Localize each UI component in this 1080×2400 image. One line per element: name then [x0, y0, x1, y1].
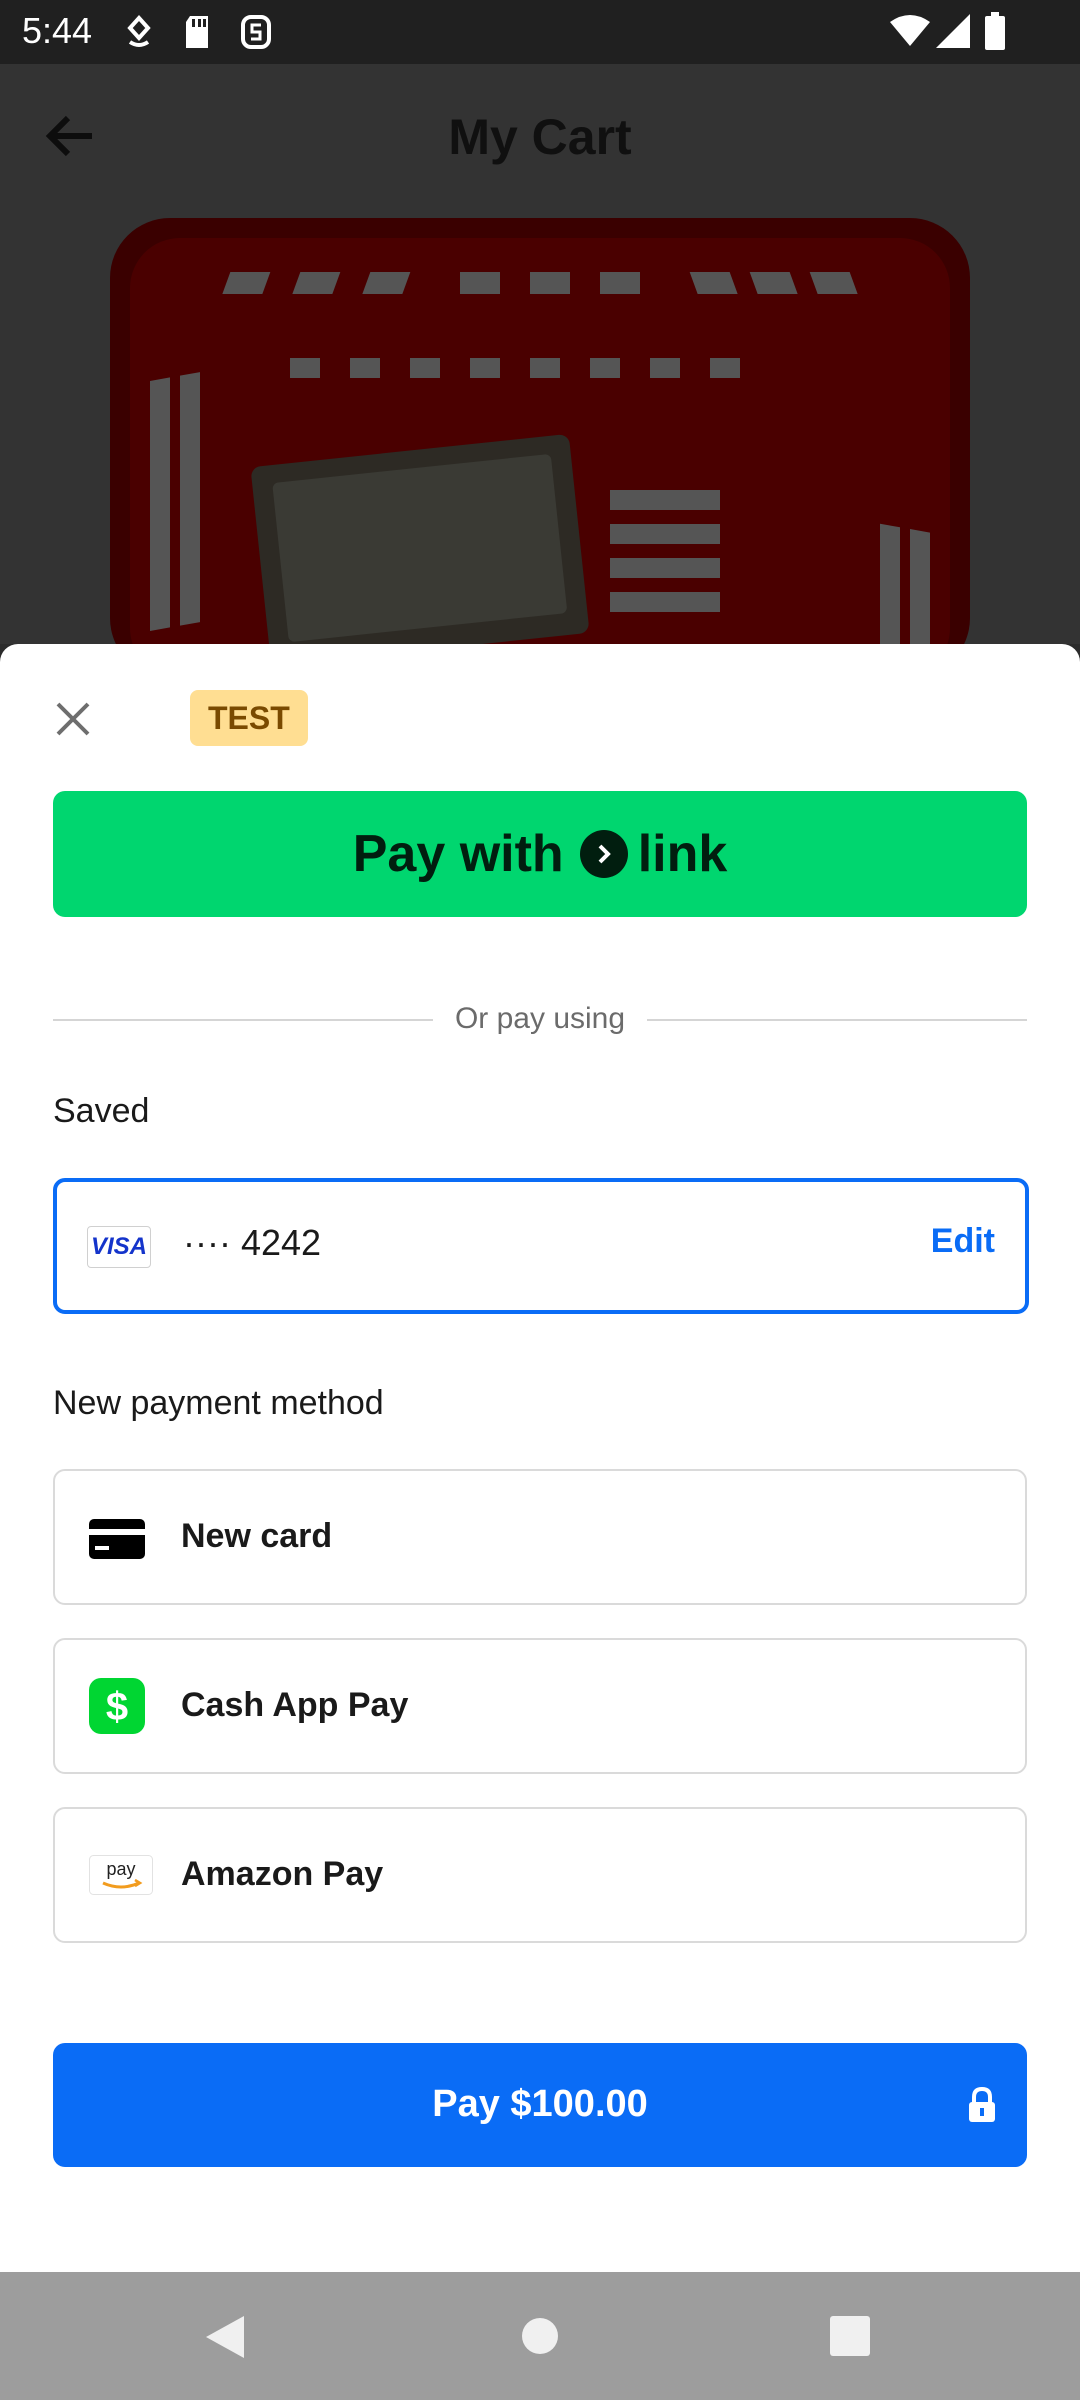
link-arrow-icon — [579, 830, 628, 878]
link-brand-text: link — [637, 825, 728, 883]
visa-icon: VISA — [87, 1226, 151, 1268]
saved-section-label: Saved — [53, 1092, 150, 1130]
amazon-pay-icon: pay — [89, 1855, 153, 1900]
pay-with-link-button[interactable]: Pay with link — [53, 791, 1027, 917]
nav-recents-icon[interactable] — [830, 2316, 870, 2361]
amazon-pay-icon-text: pay — [106, 1859, 135, 1879]
payment-sheet: TEST Pay with link Or pay using Saved VI… — [0, 644, 1080, 2272]
nav-home-icon[interactable] — [520, 2316, 560, 2361]
close-icon[interactable] — [48, 694, 98, 744]
link-logo: link — [579, 824, 728, 884]
svg-text:$: $ — [106, 1685, 128, 1729]
saved-card-option[interactable]: VISA ···· 4242 Edit — [53, 1178, 1029, 1314]
status-bar: 5:44 — [0, 0, 1080, 64]
or-pay-using-divider: Or pay using — [53, 1000, 1027, 1040]
saved-card-number: ···· 4242 — [183, 1222, 322, 1263]
new-card-label: New card — [181, 1517, 333, 1555]
link-button-prefix: Pay with — [352, 825, 564, 883]
cash-app-icon: $ — [89, 1678, 145, 1739]
system-nav-bar — [0, 2272, 1080, 2400]
lock-icon — [967, 2086, 997, 2128]
diamond-hand-icon — [124, 14, 154, 55]
battery-icon — [984, 12, 1006, 55]
nav-back-icon[interactable] — [204, 2314, 246, 2365]
status-time: 5:44 — [22, 10, 93, 51]
amazon-pay-option[interactable]: pay Amazon Pay — [53, 1807, 1027, 1943]
page-title: My Cart — [448, 109, 632, 165]
test-mode-badge: TEST — [190, 690, 308, 746]
sd-card-icon — [182, 14, 212, 55]
cash-app-pay-label: Cash App Pay — [181, 1686, 409, 1724]
pay-button[interactable]: Pay $100.00 — [53, 2043, 1027, 2167]
credit-card-icon — [89, 1519, 145, 1564]
cart-basket-image — [110, 218, 970, 783]
divider-text: Or pay using — [454, 1002, 626, 1035]
signal-icon — [936, 14, 970, 53]
new-card-option[interactable]: New card — [53, 1469, 1027, 1605]
amazon-pay-label: Amazon Pay — [181, 1855, 384, 1893]
sync-s-icon — [240, 14, 272, 55]
wifi-icon — [890, 14, 930, 53]
pay-button-label: Pay $100.00 — [432, 2083, 648, 2125]
edit-saved-card-button[interactable]: Edit — [931, 1222, 995, 1261]
cash-app-pay-option[interactable]: $ Cash App Pay — [53, 1638, 1027, 1774]
new-payment-method-label: New payment method — [53, 1384, 384, 1422]
